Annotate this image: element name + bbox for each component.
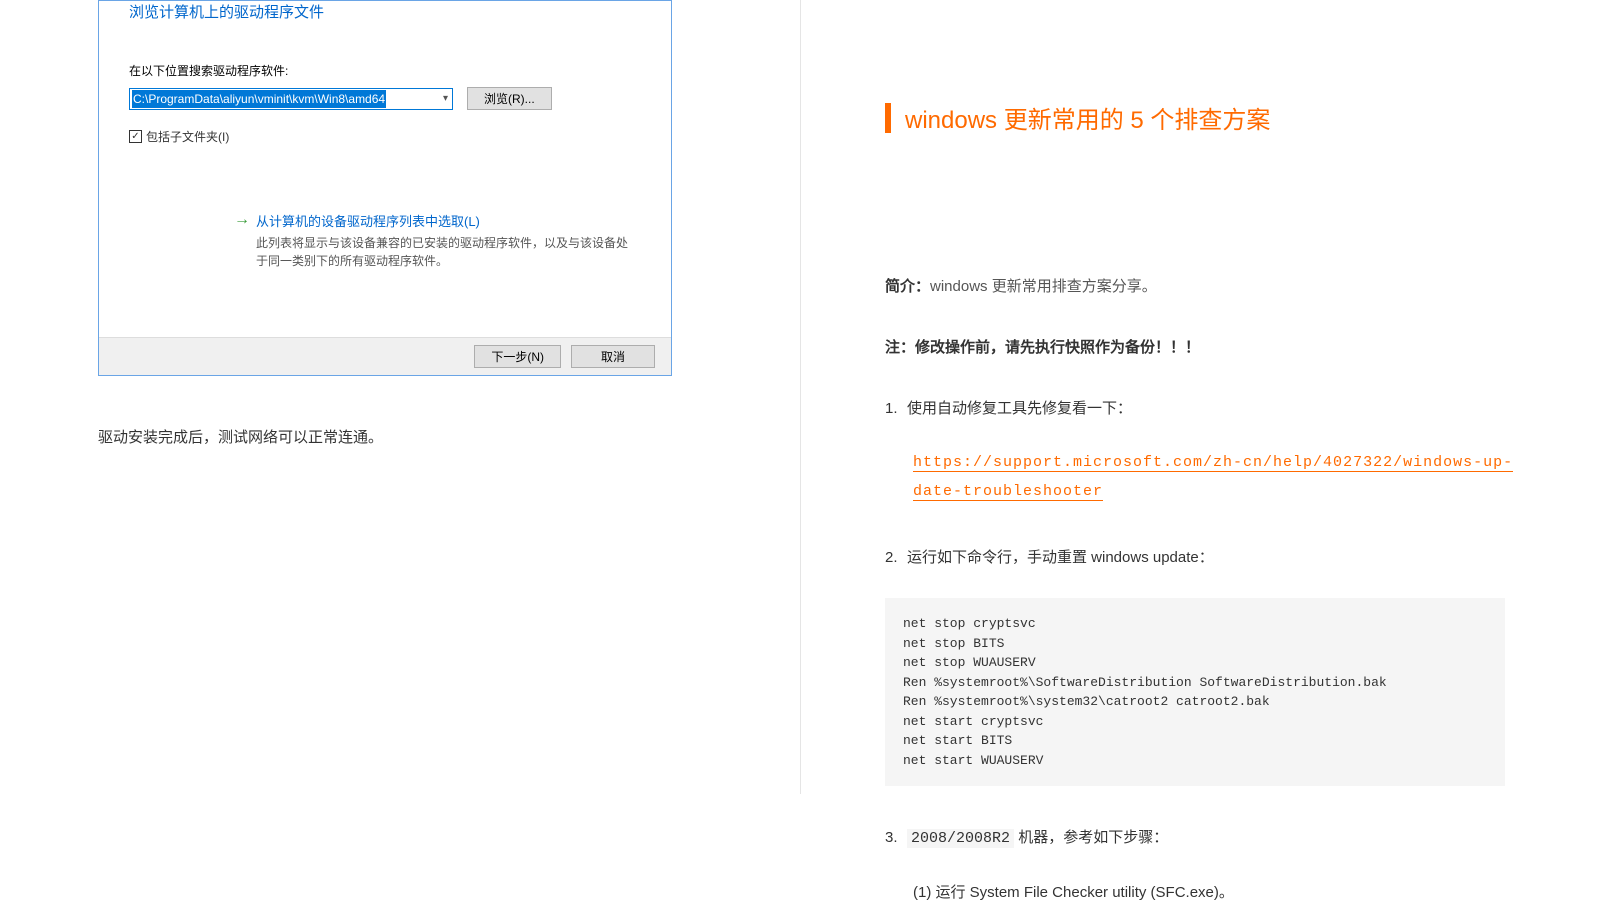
heading-title: windows 更新常用的 5 个排查方案 xyxy=(905,100,1270,135)
browse-button[interactable]: 浏览(R)... xyxy=(467,87,552,110)
step-3-text: 机器，参考如下步骤： xyxy=(1014,829,1168,846)
left-column: 浏览计算机上的驱动程序文件 在以下位置搜索驱动程序软件: C:\ProgramD… xyxy=(98,0,718,447)
dialog-title: 浏览计算机上的驱动程序文件 xyxy=(129,1,641,22)
troubleshooter-link[interactable]: https://support.microsoft.com/zh-cn/help… xyxy=(913,449,1525,506)
intro-text: windows 更新常用排查方案分享。 xyxy=(930,278,1157,295)
step-number: 2. xyxy=(885,546,907,570)
link-line-1: https://support.microsoft.com/zh-cn/help… xyxy=(913,454,1513,472)
right-column: windows 更新常用的 5 个排查方案 简介：windows 更新常用排查方… xyxy=(885,100,1525,902)
column-divider xyxy=(800,0,801,794)
code-block: net stop cryptsvc net stop BITS net stop… xyxy=(885,598,1505,786)
step-3: 3.2008/2008R2 机器，参考如下步骤： xyxy=(885,826,1525,851)
next-button[interactable]: 下一步(N) xyxy=(474,345,561,368)
dialog-body: 浏览计算机上的驱动程序文件 在以下位置搜索驱动程序软件: C:\ProgramD… xyxy=(99,1,671,337)
step-2: 2.运行如下命令行，手动重置 windows update： xyxy=(885,546,1525,570)
heading-accent-bar xyxy=(885,103,891,133)
article-heading: windows 更新常用的 5 个排查方案 xyxy=(885,100,1525,135)
search-label: 在以下位置搜索驱动程序软件: xyxy=(129,62,641,79)
include-subfolders-row[interactable]: ✓ 包括子文件夹(I) xyxy=(129,128,641,145)
driver-dialog: 浏览计算机上的驱动程序文件 在以下位置搜索驱动程序软件: C:\ProgramD… xyxy=(98,0,672,376)
left-caption: 驱动安装完成后，测试网络可以正常连通。 xyxy=(98,426,718,447)
path-row: C:\ProgramData\aliyun\vminit\kvm\Win8\am… xyxy=(129,87,641,110)
pick-row: → 从计算机的设备驱动程序列表中选取(L) xyxy=(234,211,639,230)
intro-line: 简介：windows 更新常用排查方案分享。 xyxy=(885,275,1525,296)
step-number: 1. xyxy=(885,397,907,421)
link-line-2: date-troubleshooter xyxy=(913,483,1103,501)
dialog-footer: 下一步(N) 取消 xyxy=(99,337,671,375)
note-line: 注：修改操作前，请先执行快照作为备份！！！ xyxy=(885,336,1525,357)
step-1-text: 使用自动修复工具先修复看一下： xyxy=(907,400,1132,417)
pick-title: 从计算机的设备驱动程序列表中选取(L) xyxy=(256,211,480,230)
step-2-text: 运行如下命令行，手动重置 windows update： xyxy=(907,549,1214,566)
step-3-code: 2008/2008R2 xyxy=(907,829,1014,848)
arrow-right-icon: → xyxy=(234,211,250,229)
intro-label: 简介： xyxy=(885,278,930,295)
path-value: C:\ProgramData\aliyun\vminit\kvm\Win8\am… xyxy=(132,90,386,108)
pick-desc: 此列表将显示与该设备兼容的已安装的驱动程序软件，以及与该设备处于同一类别下的所有… xyxy=(256,234,639,270)
step-number: 3. xyxy=(885,826,907,850)
chevron-down-icon: ▾ xyxy=(443,93,448,104)
checkbox-checked-icon[interactable]: ✓ xyxy=(129,130,142,143)
step-1: 1.使用自动修复工具先修复看一下： xyxy=(885,397,1525,421)
cancel-button[interactable]: 取消 xyxy=(571,345,655,368)
step-3-sub-1: (1) 运行 System File Checker utility (SFC.… xyxy=(913,881,1525,902)
pick-from-list-block[interactable]: → 从计算机的设备驱动程序列表中选取(L) 此列表将显示与该设备兼容的已安装的驱… xyxy=(234,211,639,270)
path-combobox[interactable]: C:\ProgramData\aliyun\vminit\kvm\Win8\am… xyxy=(129,88,453,110)
include-subfolders-label: 包括子文件夹(I) xyxy=(146,128,229,145)
